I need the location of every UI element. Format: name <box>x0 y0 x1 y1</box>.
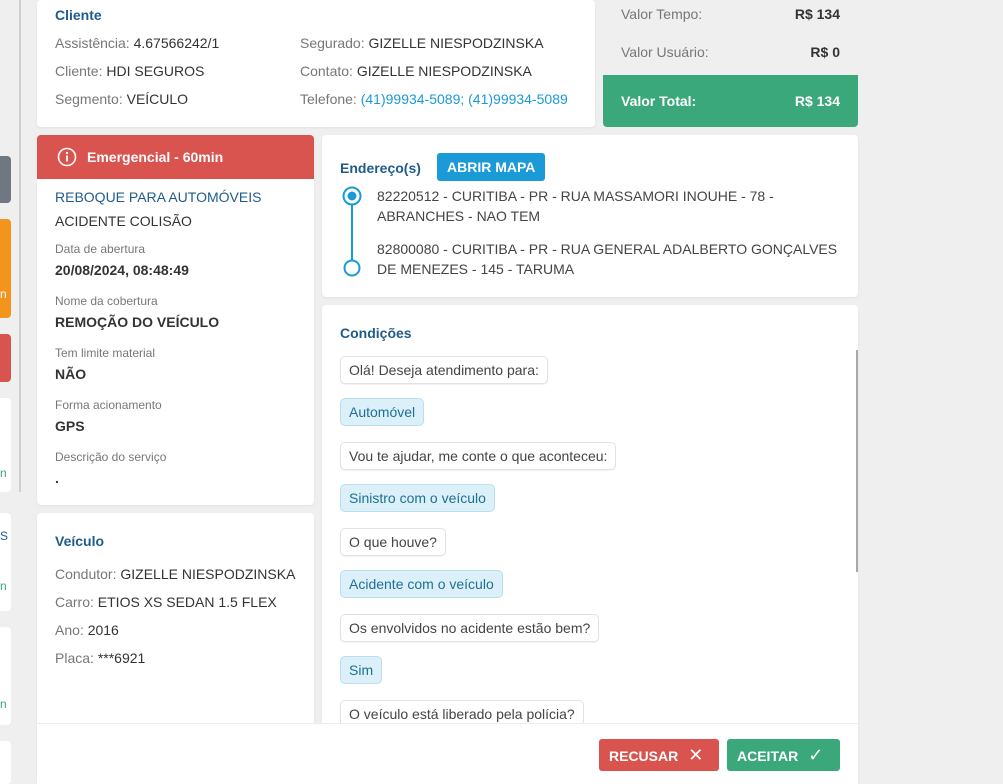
side-card-2[interactable]: S n <box>0 513 11 611</box>
assistencia-row: Assistência: 4.67566242/1 <box>55 35 219 51</box>
accept-button[interactable]: ACEITAR ✓ <box>727 739 840 771</box>
telefone-link[interactable]: (41)99934-5089; (41)99934-5089 <box>361 91 568 107</box>
side-tab-orange-text: n <box>0 287 7 301</box>
service-type: REBOQUE PARA AUTOMÓVEIS <box>55 189 262 205</box>
side-card-2-text: n <box>0 579 7 593</box>
ano-label: Ano: <box>55 622 84 638</box>
chat-question: Os envolvidos no acidente estão bem? <box>340 614 600 642</box>
abertura-value: 20/08/2024, 08:48:49 <box>55 262 189 278</box>
limite-value: NÃO <box>55 366 87 382</box>
sidebar-divider <box>19 0 21 492</box>
address-title: Endereço(s) <box>340 160 421 176</box>
valor-tempo-label: Valor Tempo: <box>621 6 703 22</box>
condutor-value: GIZELLE NIESPODZINSKA <box>120 566 296 582</box>
action-footer: RECUSAR ✕ ACEITAR ✓ <box>37 723 858 784</box>
carro-value: ETIOS XS SEDAN 1.5 FLEX <box>97 594 277 610</box>
address-origin: 82220512 - CURITIBA - PR - RUA MASSAMORI… <box>377 188 774 224</box>
chat-answer: Sinistro com o veículo <box>340 484 495 512</box>
contato-value: GIZELLE NIESPODZINSKA <box>356 63 532 79</box>
assistencia-label: Assistência: <box>55 35 130 51</box>
ano-value: 2016 <box>87 622 119 638</box>
side-card-3[interactable]: n <box>0 627 11 725</box>
limite-label: Tem limite material <box>55 346 156 360</box>
close-icon: ✕ <box>688 745 704 765</box>
abertura-label: Data de abertura <box>55 242 146 256</box>
valor-total-value: R$ 134 <box>794 93 840 109</box>
info-icon <box>57 147 77 167</box>
ano-row: Ano: 2016 <box>55 622 119 638</box>
side-card-4[interactable] <box>0 741 11 784</box>
assistencia-value: 4.67566242/1 <box>133 35 220 51</box>
route-line-icon <box>342 186 362 277</box>
placa-label: Placa: <box>55 650 94 666</box>
descricao-label: Descrição do serviço <box>55 450 167 464</box>
client-card: Cliente Assistência: 4.67566242/1 Client… <box>37 0 595 127</box>
address-card: Endereço(s) ABRIR MAPA 82220512 - CURITI… <box>322 135 858 297</box>
chat-question: Vou te ajudar, me conte o que aconteceu: <box>340 442 617 470</box>
acionamento-label: Forma acionamento <box>55 398 162 412</box>
placa-value: ***6921 <box>97 650 146 666</box>
conditions-scrollbar[interactable] <box>856 350 858 572</box>
valor-usuario-label: Valor Usuário: <box>621 44 709 60</box>
segmento-label: Segmento: <box>55 91 123 107</box>
condutor-row: Condutor: GIZELLE NIESPODZINSKA <box>55 566 295 582</box>
cliente-value: HDI SEGUROS <box>106 63 205 79</box>
segmento-value: VEÍCULO <box>126 91 189 107</box>
emergency-badge-text: Emergencial - 60min <box>87 149 224 165</box>
conditions-title: Condições <box>340 325 412 341</box>
chat-question: Olá! Deseja atendimento para: <box>340 356 548 384</box>
contato-row: Contato: GIZELLE NIESPODZINSKA <box>300 63 532 79</box>
accept-button-label: ACEITAR <box>737 748 799 764</box>
telefone-row: Telefone: (41)99934-5089; (41)99934-5089 <box>300 91 568 107</box>
side-tab-orange[interactable]: n <box>0 219 11 318</box>
contato-label: Contato: <box>300 63 353 79</box>
side-card-1[interactable]: n <box>0 398 11 492</box>
total-panel: Valor Total: R$ 134 <box>603 75 858 127</box>
refuse-button[interactable]: RECUSAR ✕ <box>599 739 719 771</box>
check-icon: ✓ <box>808 745 824 765</box>
vehicle-title: Veículo <box>55 533 105 549</box>
descricao-value: . <box>55 470 59 486</box>
open-map-button[interactable]: ABRIR MAPA <box>437 153 546 181</box>
side-tab-gray[interactable] <box>0 156 11 203</box>
valor-usuario-value: R$ 0 <box>810 44 840 60</box>
placa-row: Placa: ***6921 <box>55 650 145 666</box>
acionamento-value: GPS <box>55 418 85 434</box>
chat-answer: Automóvel <box>340 398 425 426</box>
cliente-label: Cliente: <box>55 63 103 79</box>
carro-label: Carro: <box>55 594 94 610</box>
refuse-button-label: RECUSAR <box>609 748 679 764</box>
carro-row: Carro: ETIOS XS SEDAN 1.5 FLEX <box>55 594 277 610</box>
values-panel: Valor Tempo: R$ 134 Valor Usuário: R$ 0 <box>603 0 858 75</box>
cobertura-value: REMOÇÃO DO VEÍCULO <box>55 314 220 330</box>
chat-question: O que houve? <box>340 528 446 556</box>
telefone-label: Telefone: <box>300 91 357 107</box>
segurado-value: GIZELLE NIESPODZINSKA <box>368 35 544 51</box>
cliente-row: Cliente: HDI SEGUROS <box>55 63 204 79</box>
side-card-1-text: n <box>0 466 7 480</box>
side-card-2-letter: S <box>0 529 9 543</box>
side-card-3-text: n <box>0 697 7 711</box>
cobertura-label: Nome da cobertura <box>55 294 158 308</box>
valor-total-label: Valor Total: <box>621 93 697 109</box>
condutor-label: Condutor: <box>55 566 117 582</box>
segmento-row: Segmento: VEÍCULO <box>55 91 188 107</box>
client-title: Cliente <box>55 7 102 23</box>
chat-answer: Sim <box>340 656 383 684</box>
side-tab-red[interactable] <box>0 334 11 382</box>
address-destination: 82800080 - CURITIBA - PR - RUA GENERAL A… <box>377 241 838 277</box>
segurado-row: Segurado: GIZELLE NIESPODZINSKA <box>300 35 544 51</box>
emergency-badge: Emergencial - 60min <box>37 135 314 179</box>
service-subtype: ACIDENTE COLISÃO <box>55 213 192 229</box>
segurado-label: Segurado: <box>300 35 365 51</box>
chat-answer: Acidente com o veículo <box>340 570 503 598</box>
valor-tempo-value: R$ 134 <box>794 6 840 22</box>
